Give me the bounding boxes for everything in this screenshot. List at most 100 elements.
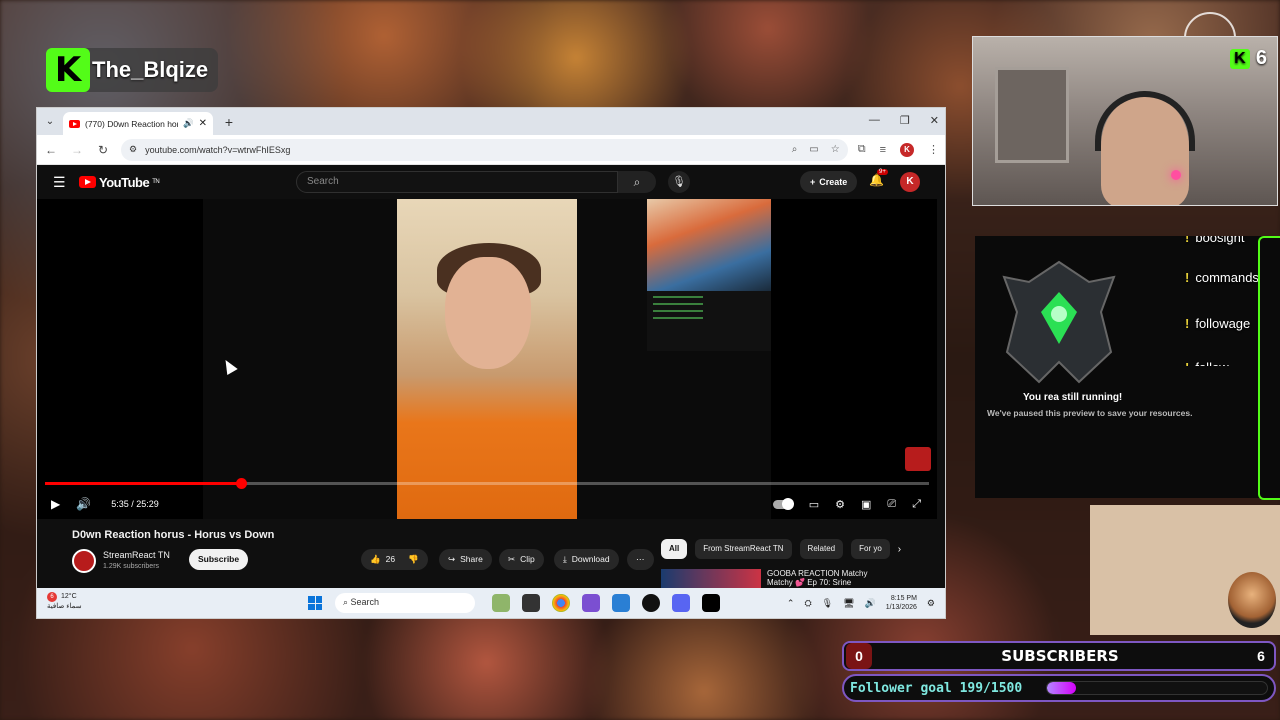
share-button[interactable]: ↪ Share [439, 549, 492, 570]
hamburger-menu-icon[interactable]: ☰ [53, 174, 73, 191]
weather-text: سماء صافية [47, 603, 82, 610]
site-info-icon[interactable]: ⚙ [129, 144, 137, 155]
speaker-icon[interactable]: 🔊 [865, 598, 876, 609]
chip-from-channel[interactable]: From StreamReact TN [695, 539, 792, 559]
create-button[interactable]: + Create [800, 171, 858, 193]
minimize-icon[interactable]: — [869, 114, 880, 127]
profile-avatar[interactable]: K [900, 142, 914, 157]
close-window-icon[interactable]: ✕ [930, 114, 939, 127]
chrome-icon[interactable] [552, 594, 570, 612]
video-player[interactable]: ▶ 🔊 5:35 / 25:29 ▭ ⚙ ▣ ⎚ ⤢ [37, 199, 937, 519]
menu-dots-icon[interactable]: ⋮ [928, 143, 939, 156]
download-button[interactable]: ⤓ Download [554, 549, 619, 570]
subscribe-button[interactable]: Subscribe [189, 549, 249, 570]
discord-icon[interactable] [672, 594, 690, 612]
tab-title: (770) D0wn Reaction horus [85, 118, 178, 129]
chat-line [653, 310, 703, 312]
clock-time: 8:15 PM [890, 595, 917, 602]
chip-for-you[interactable]: For yo [851, 539, 890, 559]
network-icon[interactable]: 🖥 [843, 598, 854, 609]
chat-line [653, 303, 703, 305]
close-tab-icon[interactable]: ✕ [199, 118, 207, 129]
chip-related[interactable]: Related [799, 539, 844, 559]
zoom-icon[interactable]: ⌕ [792, 144, 798, 155]
back-icon[interactable]: ← [43, 143, 59, 157]
youtube-logo[interactable]: YouTube TN [79, 175, 160, 190]
weather-badge: 6 [47, 592, 57, 602]
bookmark-star-icon[interactable]: ☆ [831, 144, 840, 155]
forward-icon[interactable]: → [69, 143, 85, 157]
omnibox[interactable]: ⚙ youtube.com/watch?v=wtrwFhIESxg ⌕ ▭ ☆ [121, 138, 848, 161]
youtube-header: ☰ YouTube TN Search ⌕ 🎙 + Create 🔔 9+ K [37, 165, 945, 199]
like-button[interactable]: 👍 26 👎 [361, 549, 428, 570]
play-icon[interactable]: ▶ [51, 497, 60, 511]
plus-icon: + [810, 177, 816, 187]
youtube-search-input[interactable]: Search [296, 171, 618, 193]
media-controls-icon[interactable]: ≡ [880, 144, 886, 156]
thumbs-down-icon[interactable]: 👎 [408, 549, 419, 570]
more-actions-button[interactable]: ⋯ [627, 549, 654, 570]
viewer-count: K 6 [1229, 47, 1267, 70]
app-icon[interactable] [612, 594, 630, 612]
youtube-avatar[interactable]: K [900, 172, 920, 192]
widgets-icon[interactable] [492, 594, 510, 612]
new-tab-button[interactable]: + [219, 114, 239, 130]
youtube-play-icon [79, 176, 96, 188]
windows-start-icon[interactable] [308, 596, 322, 610]
mic-icon[interactable]: 🎙 [822, 598, 833, 609]
time-display: 5:35 / 25:29 [111, 499, 159, 509]
restore-icon[interactable]: ❐ [900, 114, 910, 127]
recommended-video-thumbnail[interactable] [661, 569, 761, 588]
follower-goal-fill [1047, 682, 1077, 694]
subscribers-left-value: 0 [846, 643, 872, 669]
subscribers-bar: 0 SUBSCRIBERS 6 [842, 641, 1276, 671]
search-icon[interactable]: ⌕ [618, 171, 656, 193]
reload-icon[interactable]: ↻ [95, 143, 111, 157]
app-icon[interactable] [582, 594, 600, 612]
tiktok-icon[interactable] [702, 594, 720, 612]
recommended-title-line1: GOOBA REACTION Matchy [767, 569, 868, 578]
temperature: 12°C [61, 593, 77, 600]
like-count: 26 [385, 554, 396, 564]
youtube-logo-region: TN [152, 179, 160, 185]
chevron-right-icon[interactable]: › [898, 544, 901, 555]
tray-chevron-icon[interactable]: ⌃ [787, 598, 795, 609]
follower-goal-text: Follower goal 199/1500 [850, 680, 1023, 696]
follower-goal-track [1046, 681, 1268, 695]
cast-icon[interactable]: ▭ [809, 144, 818, 155]
channel-avatar[interactable] [72, 549, 96, 573]
url-text[interactable]: youtube.com/watch?v=wtrwFhIESxg [145, 145, 784, 155]
video-person-frame [397, 199, 577, 519]
tray-app-icon[interactable]: ⛭ [804, 598, 811, 609]
progress-fill [45, 482, 242, 485]
reactor-cam-thumbnail [647, 199, 771, 291]
tab-youtube[interactable]: (770) D0wn Reaction horus 🔊 ✕ [63, 112, 213, 135]
settings-gear-icon[interactable]: ⚙ [835, 498, 845, 511]
volume-icon[interactable]: 🔊 [76, 497, 91, 511]
notifications-bell-icon[interactable]: 🔔 [869, 173, 884, 187]
obs-icon[interactable] [642, 594, 660, 612]
notification-icon[interactable]: ⚙ [927, 598, 935, 609]
armor-character-icon [1002, 260, 1116, 384]
clip-button[interactable]: ✂ Clip [499, 549, 544, 570]
autoplay-toggle[interactable] [772, 497, 794, 510]
pink-light [1171, 170, 1181, 180]
progress-bar[interactable] [45, 478, 929, 489]
tab-search-dropdown-icon[interactable]: ⌄ [37, 116, 63, 127]
chip-all[interactable]: All [661, 539, 688, 559]
speaker-icon[interactable]: 🔊 [183, 118, 194, 129]
cast-icon[interactable]: ⎚ [887, 498, 896, 511]
microphone-icon[interactable]: 🎙 [668, 171, 690, 193]
channel-name[interactable]: StreamReact TN [103, 550, 170, 560]
captions-icon[interactable]: ▭ [809, 498, 819, 511]
recommended-video-title[interactable]: GOOBA REACTION Matchy Matchy 💕 Ep 70: Sr… [767, 569, 867, 587]
address-bar-row: ← → ↻ ⚙ youtube.com/watch?v=wtrwFhIESxg … [37, 135, 945, 165]
fullscreen-icon[interactable]: ⤢ [912, 498, 921, 511]
task-view-icon[interactable] [522, 594, 540, 612]
thumbs-up-icon: 👍 [370, 554, 381, 564]
miniplayer-icon[interactable]: ▣ [861, 498, 871, 511]
extensions-icon[interactable]: ⧉ [858, 143, 866, 156]
taskbar-search-input[interactable]: ⌕ Search [335, 593, 475, 613]
clock[interactable]: 8:15 PM 1/13/2026 [886, 594, 917, 612]
weather-widget[interactable]: 6 12°C سماء صافية [47, 592, 82, 612]
